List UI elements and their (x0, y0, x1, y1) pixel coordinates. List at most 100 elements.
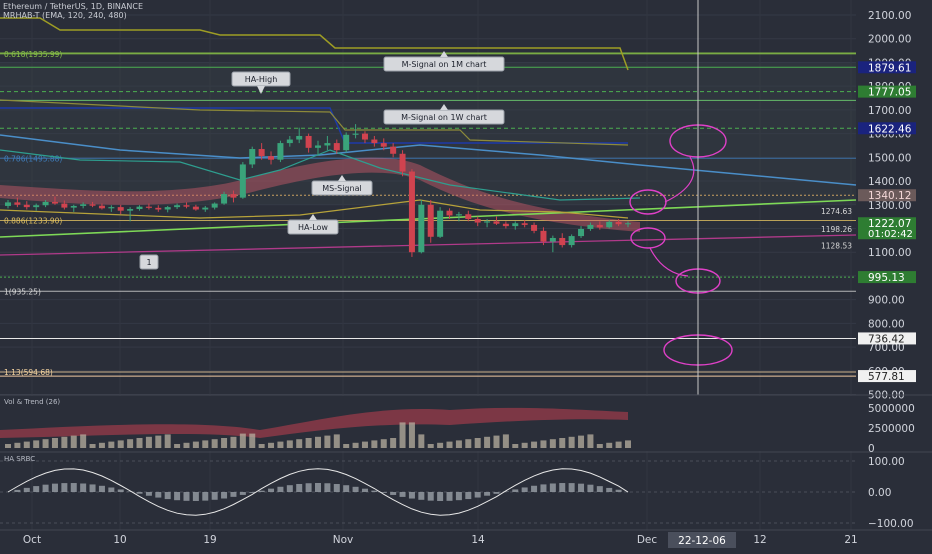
volume-bar (484, 437, 490, 448)
osc-bar (540, 484, 546, 492)
oscillator-pane-title: HA SRBC (4, 455, 35, 463)
osc-bar (193, 492, 199, 501)
annotation-ha-high: HA-High (245, 75, 278, 84)
annotation-ms-signal: MS-Signal (322, 184, 361, 193)
candle-body (287, 140, 293, 144)
volume-bar (193, 442, 199, 448)
osc-bar (99, 486, 105, 492)
trading-chart: 0.618(1935.99)0.786(1495.88)0.886(1233.9… (0, 0, 932, 550)
candle-body (447, 211, 453, 216)
candle-body (597, 225, 603, 227)
price-tag-label: 1879.61 (868, 62, 911, 74)
osc-bar (259, 491, 265, 492)
candle-body (5, 202, 11, 206)
annotation-ha-low: HA-Low (298, 223, 328, 232)
candle-body (296, 136, 302, 140)
candle-body (503, 224, 509, 226)
candle-body (183, 205, 189, 206)
candle-body (33, 205, 39, 207)
candle-body (146, 207, 152, 208)
volume-bar (165, 434, 171, 448)
volume-bar (71, 436, 77, 448)
volume-bar (353, 443, 359, 448)
osc-bar (14, 490, 20, 492)
volume-bar (230, 437, 236, 448)
volume-bar (334, 434, 340, 448)
fib-label: 1(935.25) (4, 287, 41, 296)
volume-bar (409, 422, 415, 448)
osc-bar (465, 492, 471, 499)
price-tag-label: 1340.12 (868, 190, 911, 202)
candle-body (99, 206, 105, 209)
candle-body (268, 156, 274, 160)
price-tag-label: 577.81 (868, 371, 905, 383)
candle-body (578, 229, 584, 236)
chart-root: 0.618(1935.99)0.786(1495.88)0.886(1233.9… (0, 0, 932, 550)
osc-bar (183, 492, 189, 501)
volume-bar (99, 443, 105, 448)
level-value-label: 1274.63 (821, 207, 852, 216)
candle-body (616, 222, 622, 224)
osc-bar (371, 491, 377, 492)
price-tick-label: 1700.00 (868, 105, 911, 117)
candle-body (306, 136, 312, 148)
candle-body (465, 214, 471, 219)
candle-body (90, 204, 96, 205)
volume-bar (390, 438, 396, 448)
volume-tick-label: 0 (868, 443, 875, 455)
osc-bar (146, 492, 152, 496)
candle-body (437, 211, 443, 237)
osc-bar (108, 488, 114, 492)
volume-bar (52, 438, 58, 448)
volume-bar (249, 434, 255, 448)
osc-bar (531, 486, 537, 492)
date-tick-label: 21 (844, 534, 857, 546)
candle-body (334, 143, 340, 150)
volume-bar (447, 442, 453, 448)
price-tick-label: 2000.00 (868, 34, 911, 46)
osc-bar (569, 483, 575, 492)
price-tag-label: 1622.46 (868, 123, 912, 135)
candle-body (155, 208, 161, 210)
indicator-title: MRHAB-T (EMA, 120, 240, 480) (3, 11, 127, 20)
volume-bar (569, 437, 575, 448)
volume-bar (606, 443, 612, 448)
candle-body (522, 223, 528, 225)
annotation-marker-1: 1 (146, 258, 151, 267)
candle-body (118, 207, 124, 211)
osc-bar (343, 485, 349, 492)
osc-bar (550, 483, 556, 492)
osc-bar (409, 492, 415, 499)
volume-bar (428, 444, 434, 448)
volume-bar (287, 440, 293, 448)
volume-bar (118, 440, 124, 448)
osc-tick-label: −100.00 (868, 518, 914, 530)
price-tick-label: 1500.00 (868, 152, 911, 164)
volume-bar (174, 444, 180, 448)
volume-bar (127, 439, 133, 448)
osc-bar (165, 492, 171, 499)
volume-bar (240, 434, 246, 448)
candle-body (428, 205, 434, 237)
candle-body (230, 194, 236, 198)
candle-body (249, 149, 255, 164)
price-tag-label: 736.42 (868, 333, 905, 345)
candle-body (221, 194, 227, 203)
candle-body (240, 164, 246, 197)
osc-tick-label: 0.00 (868, 487, 891, 499)
candle-body (550, 238, 556, 242)
volume-bar (418, 434, 424, 448)
volume-bar (512, 444, 518, 448)
volume-bar (503, 434, 509, 448)
volume-bar (14, 443, 20, 448)
price-tag-label: 995.13 (868, 272, 905, 284)
volume-bar (108, 442, 114, 448)
candle-body (52, 202, 58, 204)
osc-bar (484, 492, 490, 496)
volume-bar (371, 440, 377, 448)
volume-bar (90, 444, 96, 448)
volume-bar (33, 440, 39, 448)
candle-body (277, 143, 283, 160)
candle-body (202, 208, 208, 210)
osc-bar (118, 489, 124, 492)
